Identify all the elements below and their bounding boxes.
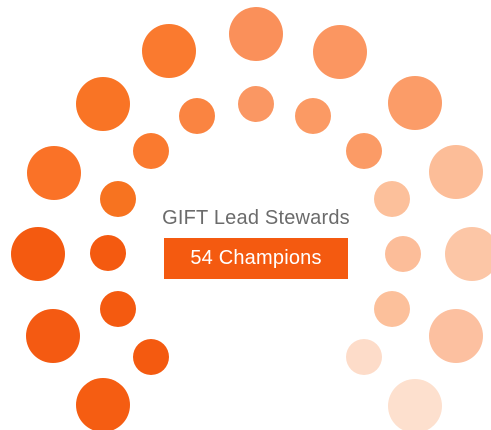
decorative-dot bbox=[374, 291, 410, 327]
decorative-dot bbox=[445, 227, 491, 281]
decorative-dot bbox=[27, 146, 81, 200]
decorative-dot bbox=[313, 25, 367, 79]
decorative-dot bbox=[90, 235, 126, 271]
decorative-dot bbox=[388, 76, 442, 130]
decorative-dot bbox=[100, 291, 136, 327]
decorative-dot bbox=[385, 236, 421, 272]
decorative-dot bbox=[133, 133, 169, 169]
decorative-dot bbox=[295, 98, 331, 134]
decorative-dot bbox=[133, 339, 169, 375]
decorative-dot bbox=[229, 7, 283, 61]
decorative-dot bbox=[76, 378, 130, 430]
decorative-dot bbox=[388, 379, 442, 430]
decorative-dot bbox=[238, 86, 274, 122]
decorative-dot bbox=[76, 77, 130, 131]
decorative-dot bbox=[26, 309, 80, 363]
headline: GIFT Lead Stewards bbox=[162, 207, 350, 229]
decorative-dot bbox=[179, 98, 215, 134]
champions-widget: GIFT Lead Stewards 54 Champions bbox=[0, 0, 491, 430]
decorative-dot bbox=[346, 339, 382, 375]
decorative-dot bbox=[346, 133, 382, 169]
champions-count-badge: 54 Champions bbox=[164, 238, 348, 279]
decorative-dot bbox=[11, 227, 65, 281]
decorative-dot bbox=[429, 145, 483, 199]
decorative-dot bbox=[142, 24, 196, 78]
decorative-dot bbox=[429, 309, 483, 363]
